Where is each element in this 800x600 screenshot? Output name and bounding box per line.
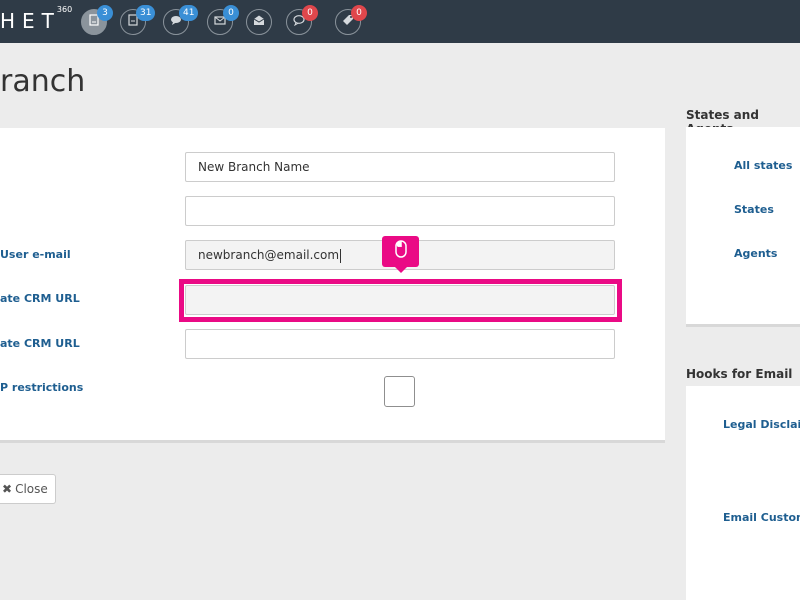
crm-url-label-2: ate CRM URL — [0, 337, 80, 350]
branch-name-value: New Branch Name — [198, 160, 310, 174]
nav-reports-button[interactable]: 3 — [81, 5, 113, 35]
restrictions-label: P restrictions — [0, 381, 84, 394]
branch-name-field[interactable]: New Branch Name — [185, 152, 615, 182]
close-button-label: Close — [15, 482, 48, 496]
states-link[interactable]: States — [734, 203, 774, 216]
secondary-field[interactable] — [185, 196, 615, 226]
focus-highlight — [179, 279, 622, 322]
app-logo[interactable]: HET360 — [0, 5, 76, 33]
crm-url-field-2[interactable] — [185, 329, 615, 359]
comment-badge: 0 — [302, 5, 318, 21]
logo-superscript: 360 — [56, 5, 73, 15]
mouse-click-marker — [382, 236, 419, 273]
nav-documents-button[interactable]: 31 — [120, 5, 156, 35]
reports-badge: 3 — [97, 5, 113, 21]
all-states-link[interactable]: All states — [734, 159, 792, 172]
crm-url-label-1: ate CRM URL — [0, 292, 80, 305]
email-custom-link[interactable]: Email Custom — [723, 511, 800, 524]
states-agents-panel: All states States Agents — [686, 127, 800, 327]
agents-link[interactable]: Agents — [734, 247, 777, 260]
nav-chat-button[interactable]: 41 — [163, 5, 199, 35]
nav-mail-button[interactable]: 0 — [207, 5, 239, 35]
mail-badge: 0 — [223, 5, 239, 21]
logo-text: HET — [0, 9, 61, 33]
user-email-label: User e-mail — [0, 248, 71, 261]
user-email-value: newbranch@email.com — [198, 248, 340, 262]
text-caret — [340, 248, 342, 263]
restrictions-checkbox[interactable] — [384, 376, 415, 407]
top-navigation-bar: HET360 3 31 41 0 0 0 — [0, 0, 800, 43]
chat-badge: 41 — [179, 5, 199, 21]
close-icon: ✖ — [2, 482, 13, 496]
legal-disclaimer-link[interactable]: Legal Disclaim — [723, 418, 800, 431]
mouse-icon — [394, 240, 408, 263]
nav-comment-button[interactable]: 0 — [286, 5, 318, 35]
hooks-email-panel: Legal Disclaim Email Custom — [686, 386, 800, 600]
tag-badge: 0 — [351, 5, 367, 21]
close-button[interactable]: ✖ Close — [0, 474, 56, 504]
open-mail-icon — [253, 13, 265, 31]
nav-open-mail-button[interactable] — [246, 9, 272, 35]
nav-tag-button[interactable]: 0 — [335, 5, 367, 35]
hooks-email-heading: Hooks for Email — [686, 367, 793, 381]
documents-badge: 31 — [136, 5, 156, 21]
page-title: ranch — [0, 64, 86, 99]
